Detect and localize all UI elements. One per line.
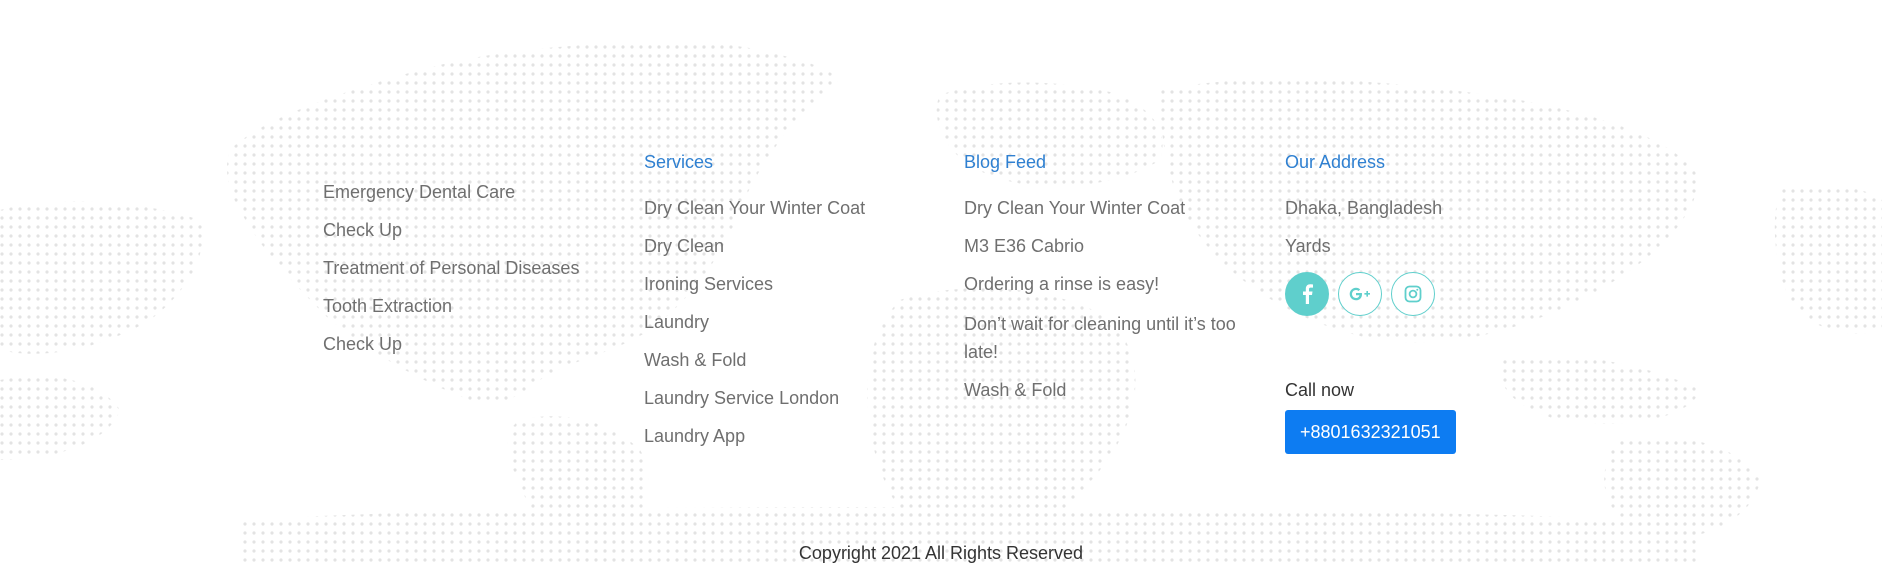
list-item: Laundry Service London bbox=[644, 386, 865, 410]
footer-link-check-up-2[interactable]: Check Up bbox=[323, 332, 579, 356]
list-item: Laundry bbox=[644, 310, 865, 334]
services-link-laundry-app[interactable]: Laundry App bbox=[644, 424, 865, 448]
blog-link-dry-clean-winter-coat[interactable]: Dry Clean Your Winter Coat bbox=[964, 196, 1254, 220]
list-item: Check Up bbox=[323, 332, 579, 356]
list-item: Dry Clean Your Winter Coat bbox=[964, 196, 1254, 220]
blog-link-m3-e36-cabrio[interactable]: M3 E36 Cabrio bbox=[964, 234, 1254, 258]
address-line-yards: Yards bbox=[1285, 236, 1331, 256]
footer-column-address: Our Address Dhaka, Bangladesh Yards Call… bbox=[1285, 150, 1456, 454]
footer-column-blog: Blog Feed Dry Clean Your Winter Coat M3 … bbox=[964, 150, 1254, 416]
services-list: Dry Clean Your Winter Coat Dry Clean Iro… bbox=[644, 196, 865, 448]
blog-list: Dry Clean Your Winter Coat M3 E36 Cabrio… bbox=[964, 196, 1254, 402]
social-links bbox=[1285, 272, 1456, 316]
services-link-ironing[interactable]: Ironing Services bbox=[644, 272, 865, 296]
services-link-dry-clean[interactable]: Dry Clean bbox=[644, 234, 865, 258]
services-link-wash-fold[interactable]: Wash & Fold bbox=[644, 348, 865, 372]
footer-link-tooth-extraction[interactable]: Tooth Extraction bbox=[323, 294, 579, 318]
link-list: Emergency Dental Care Check Up Treatment… bbox=[323, 180, 579, 356]
list-item: Don’t wait for cleaning until it’s too l… bbox=[964, 310, 1254, 366]
instagram-link[interactable] bbox=[1391, 272, 1435, 316]
list-item: Treatment of Personal Diseases bbox=[323, 256, 579, 280]
list-item: Ironing Services bbox=[644, 272, 865, 296]
services-link-laundry[interactable]: Laundry bbox=[644, 310, 865, 334]
footer-link-check-up[interactable]: Check Up bbox=[323, 218, 579, 242]
facebook-icon bbox=[1301, 284, 1313, 304]
list-item: Check Up bbox=[323, 218, 579, 242]
services-link-dry-clean-winter-coat[interactable]: Dry Clean Your Winter Coat bbox=[644, 196, 865, 220]
address-heading: Our Address bbox=[1285, 152, 1386, 172]
footer-column-services: Services Dry Clean Your Winter Coat Dry … bbox=[644, 150, 865, 462]
services-link-laundry-london[interactable]: Laundry Service London bbox=[644, 386, 865, 410]
facebook-link[interactable] bbox=[1285, 272, 1329, 316]
footer-link-emergency-dental-care[interactable]: Emergency Dental Care bbox=[323, 180, 579, 204]
address-line-city: Dhaka, Bangladesh bbox=[1285, 198, 1443, 218]
phone-call-button[interactable]: +8801632321051 bbox=[1285, 410, 1456, 454]
list-item: Ordering a rinse is easy! bbox=[964, 272, 1254, 296]
list-item: Laundry App bbox=[644, 424, 865, 448]
list-item: Tooth Extraction bbox=[323, 294, 579, 318]
call-now-label: Call now bbox=[1285, 380, 1355, 400]
footer-link-treatment-personal-diseases[interactable]: Treatment of Personal Diseases bbox=[323, 256, 579, 280]
blog-heading: Blog Feed bbox=[964, 152, 1047, 172]
site-footer: Emergency Dental Care Check Up Treatment… bbox=[0, 0, 1882, 577]
google-plus-icon bbox=[1349, 287, 1371, 301]
blog-link-ordering-rinse[interactable]: Ordering a rinse is easy! bbox=[964, 272, 1254, 296]
list-item: Emergency Dental Care bbox=[323, 180, 579, 204]
google-plus-link[interactable] bbox=[1338, 272, 1382, 316]
list-item: Dry Clean Your Winter Coat bbox=[644, 196, 865, 220]
instagram-icon bbox=[1404, 285, 1422, 303]
blog-link-dont-wait[interactable]: Don’t wait for cleaning until it’s too l… bbox=[964, 310, 1254, 366]
list-item: M3 E36 Cabrio bbox=[964, 234, 1254, 258]
footer-column-links: Emergency Dental Care Check Up Treatment… bbox=[323, 180, 579, 370]
blog-link-wash-fold[interactable]: Wash & Fold bbox=[964, 378, 1254, 402]
list-item: Dry Clean bbox=[644, 234, 865, 258]
list-item: Wash & Fold bbox=[964, 378, 1254, 402]
copyright-text: Copyright 2021 All Rights Reserved bbox=[798, 543, 1084, 563]
list-item: Wash & Fold bbox=[644, 348, 865, 372]
services-heading: Services bbox=[644, 152, 714, 172]
